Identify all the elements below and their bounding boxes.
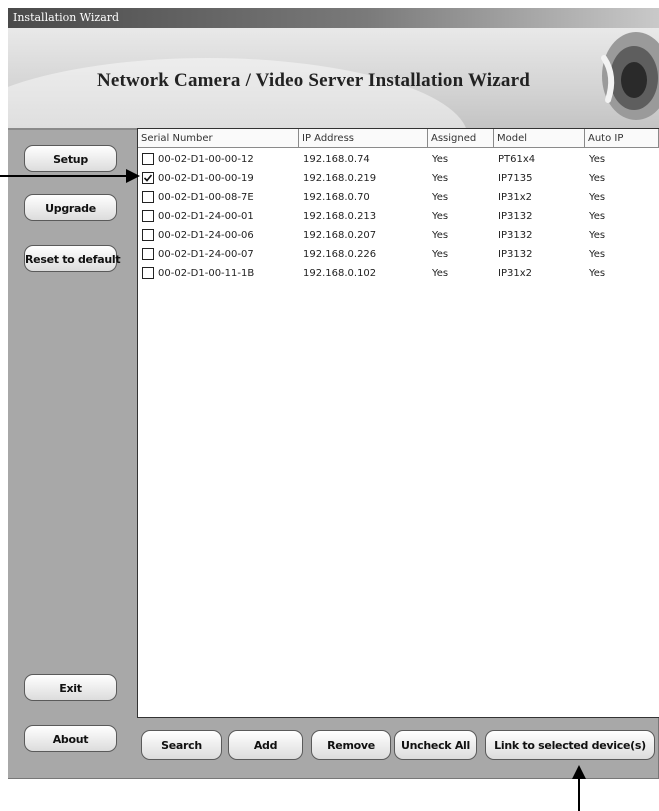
pointer-arrow-icon <box>0 169 140 183</box>
model-cell: IP3132 <box>498 211 533 222</box>
assigned-cell: Yes <box>432 192 449 203</box>
table-row[interactable]: 00-02-D1-24-00-01 192.168.0.213 Yes IP3132 Y… <box>138 207 659 226</box>
auto-ip-cell: Yes <box>589 154 606 165</box>
assigned-cell: Yes <box>432 211 449 222</box>
about-button[interactable]: About <box>24 725 117 752</box>
row-checkbox[interactable] <box>142 229 154 241</box>
table-row[interactable]: 00-02-D1-24-00-07 192.168.0.226 Yes IP3132 Y… <box>138 245 659 264</box>
assigned-cell: Yes <box>432 154 449 165</box>
column-header-auto-ip[interactable]: Auto IP <box>585 129 659 148</box>
serial-cell: 00-02-D1-00-00-12 <box>158 154 254 165</box>
pointer-arrow-up-icon <box>572 765 586 811</box>
column-header-assigned[interactable]: Assigned <box>428 129 494 148</box>
link-to-selected-device-button[interactable]: Link to selected device(s) <box>485 730 655 760</box>
ip-address-cell: 192.168.0.207 <box>303 230 377 241</box>
ip-address-cell: 192.168.0.70 <box>303 192 370 203</box>
serial-cell: 00-02-D1-24-00-07 <box>158 249 254 260</box>
upgrade-button[interactable]: Upgrade <box>24 194 117 221</box>
device-list-header: Serial Number IP Address Assigned Model … <box>138 129 659 149</box>
installation-wizard-window: Installation Wizard Network Camera / Vid… <box>8 8 659 779</box>
serial-cell: 00-02-D1-24-00-06 <box>158 230 254 241</box>
serial-cell: 00-02-D1-24-00-01 <box>158 211 254 222</box>
auto-ip-cell: Yes <box>589 173 606 184</box>
device-list[interactable]: Serial Number IP Address Assigned Model … <box>137 128 659 718</box>
ip-address-cell: 192.168.0.219 <box>303 173 377 184</box>
row-checkbox[interactable] <box>142 248 154 260</box>
ip-address-cell: 192.168.0.74 <box>303 154 370 165</box>
reset-to-default-button[interactable]: Reset to default <box>24 245 121 272</box>
model-cell: PT61x4 <box>498 154 536 165</box>
ip-address-cell: 192.168.0.102 <box>303 268 377 279</box>
ip-address-cell: 192.168.0.226 <box>303 249 377 260</box>
table-row[interactable]: 00-02-D1-00-11-1B 192.168.0.102 Yes IP31x2 Y… <box>138 264 659 283</box>
assigned-cell: Yes <box>432 230 449 241</box>
banner-swoosh-decoration <box>8 58 468 128</box>
table-row[interactable]: 00-02-D1-00-00-12 192.168.0.74 Yes PT61x4 Ye… <box>138 150 659 169</box>
assigned-cell: Yes <box>432 173 449 184</box>
auto-ip-cell: Yes <box>589 268 606 279</box>
model-cell: IP3132 <box>498 249 533 260</box>
row-checkbox[interactable] <box>142 172 154 184</box>
column-header-ip-address[interactable]: IP Address <box>299 129 428 148</box>
row-checkbox[interactable] <box>142 191 154 203</box>
row-checkbox[interactable] <box>142 153 154 165</box>
serial-cell: 00-02-D1-00-08-7E <box>158 192 254 203</box>
table-row[interactable]: 00-02-D1-00-08-7E 192.168.0.70 Yes IP31x2 Ye… <box>138 188 659 207</box>
ip-address-cell: 192.168.0.213 <box>303 211 377 222</box>
checkmark-icon <box>143 174 153 182</box>
model-cell: IP31x2 <box>498 268 532 279</box>
model-cell: IP3132 <box>498 230 533 241</box>
row-checkbox[interactable] <box>142 210 154 222</box>
auto-ip-cell: Yes <box>589 249 606 260</box>
remove-button[interactable]: Remove <box>311 730 391 760</box>
search-button[interactable]: Search <box>141 730 222 760</box>
model-cell: IP31x2 <box>498 192 532 203</box>
assigned-cell: Yes <box>432 249 449 260</box>
uncheck-all-button[interactable]: Uncheck All <box>394 730 477 760</box>
auto-ip-cell: Yes <box>589 230 606 241</box>
serial-cell: 00-02-D1-00-00-19 <box>158 173 254 184</box>
auto-ip-cell: Yes <box>589 211 606 222</box>
model-cell: IP7135 <box>498 173 533 184</box>
table-row[interactable]: 00-02-D1-24-00-06 192.168.0.207 Yes IP3132 Y… <box>138 226 659 245</box>
add-button[interactable]: Add <box>228 730 303 760</box>
banner: Network Camera / Video Server Installati… <box>8 28 659 128</box>
assigned-cell: Yes <box>432 268 449 279</box>
row-checkbox[interactable] <box>142 267 154 279</box>
column-header-model[interactable]: Model <box>494 129 585 148</box>
window-title: Installation Wizard <box>8 8 659 28</box>
banner-title: Network Camera / Video Server Installati… <box>96 70 531 91</box>
column-header-serial-number[interactable]: Serial Number <box>138 129 299 148</box>
exit-button[interactable]: Exit <box>24 674 117 701</box>
auto-ip-cell: Yes <box>589 192 606 203</box>
serial-cell: 00-02-D1-00-11-1B <box>158 268 255 279</box>
table-row[interactable]: 00-02-D1-00-00-19 192.168.0.219 Yes IP7135 Y… <box>138 169 659 188</box>
